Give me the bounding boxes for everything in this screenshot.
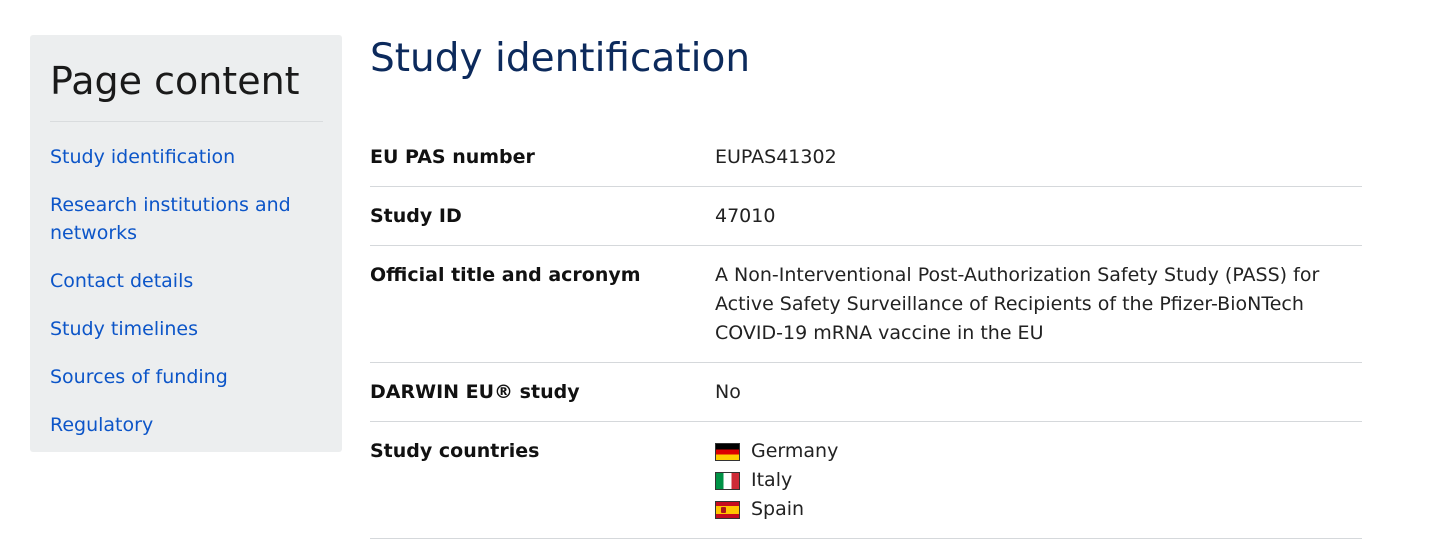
study-id-value: 47010 bbox=[715, 205, 776, 227]
sidebar-item-study-identification[interactable]: Study identification bbox=[50, 143, 323, 171]
darwin-study-value: No bbox=[715, 381, 741, 403]
country-name: Spain bbox=[751, 498, 805, 520]
sidebar-item-research-institutions[interactable]: Research institutions and networks bbox=[50, 191, 300, 247]
official-title-value: A Non-Interventional Post-Authorization … bbox=[715, 264, 1320, 344]
sidebar-title: Page content bbox=[50, 57, 323, 122]
spain-flag-icon bbox=[715, 500, 740, 519]
official-title-label: Official title and acronym bbox=[370, 264, 641, 286]
germany-flag-icon bbox=[715, 442, 740, 461]
country-name: Germany bbox=[751, 440, 839, 462]
eu-pas-number-label: EU PAS number bbox=[370, 146, 535, 168]
sidebar-item-sources-of-funding[interactable]: Sources of funding bbox=[50, 363, 323, 391]
sidebar-item-contact-details[interactable]: Contact details bbox=[50, 267, 323, 295]
page-title: Study identification bbox=[370, 36, 751, 81]
sidebar-item-study-timelines[interactable]: Study timelines bbox=[50, 315, 323, 343]
country-item: Italy bbox=[715, 466, 1342, 495]
study-id-label: Study ID bbox=[370, 205, 462, 227]
row-eu-pas-number: EU PAS number EUPAS41302 bbox=[370, 130, 1362, 187]
country-item: Spain bbox=[715, 495, 1342, 524]
row-official-title: Official title and acronym A Non-Interve… bbox=[370, 246, 1362, 363]
sidebar-item-regulatory[interactable]: Regulatory bbox=[50, 411, 323, 439]
row-study-id: Study ID 47010 bbox=[370, 187, 1362, 246]
row-darwin-study: DARWIN EU® study No bbox=[370, 363, 1362, 422]
country-item: Germany bbox=[715, 437, 1342, 466]
italy-flag-icon bbox=[715, 471, 740, 490]
sidebar-nav: Study identification Research institutio… bbox=[50, 143, 323, 439]
main-content: Study identification EU PAS number EUPAS… bbox=[370, 30, 1362, 539]
study-details: EU PAS number EUPAS41302 Study ID 47010 … bbox=[370, 130, 1362, 539]
study-countries-list: Germany Italy Spain bbox=[715, 437, 1362, 524]
darwin-study-label: DARWIN EU® study bbox=[370, 381, 580, 403]
page-content-sidebar: Page content Study identification Resear… bbox=[30, 35, 342, 452]
row-study-countries: Study countries Germany Italy Spain bbox=[370, 422, 1362, 539]
eu-pas-number-value: EUPAS41302 bbox=[715, 146, 837, 168]
study-countries-label: Study countries bbox=[370, 440, 540, 462]
country-name: Italy bbox=[751, 469, 793, 491]
